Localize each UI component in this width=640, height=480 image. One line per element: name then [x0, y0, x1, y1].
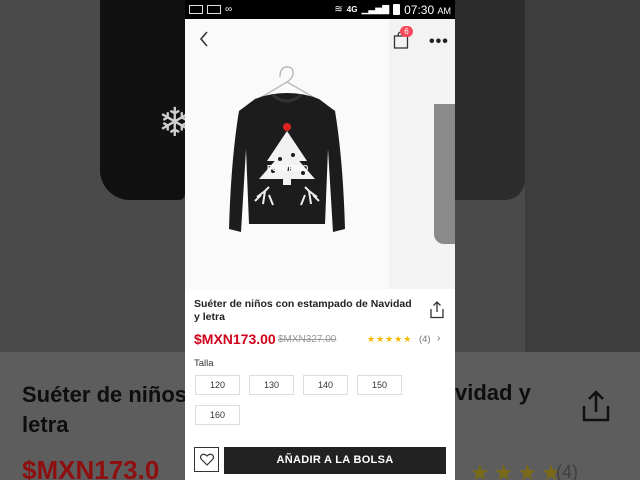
- background-title-line1: Suéter de niños: [22, 382, 188, 407]
- battery-icon: [393, 4, 401, 15]
- product-title: Suéter de niños con estampado de Navidad…: [194, 298, 412, 323]
- product-image[interactable]: FUTURINO: [185, 19, 389, 289]
- product-price: $MXN173.00: [194, 331, 276, 347]
- clock: 07:30 AM: [404, 3, 451, 17]
- notification-photo-icon: [189, 5, 203, 14]
- background-share-icon: [582, 390, 610, 422]
- status-bar: ∞ ≋ 4G ▁▃▅▇ 07:30 AM: [185, 0, 455, 19]
- background-sweater-image-right: [455, 0, 525, 200]
- share-icon[interactable]: [429, 301, 445, 319]
- size-option-160[interactable]: 160: [195, 405, 240, 425]
- next-product-image[interactable]: [389, 19, 455, 289]
- bottom-action-bar: AÑADIR A LA BOLSA: [185, 444, 455, 480]
- original-price: $MXN327.00: [278, 334, 337, 345]
- size-option-150[interactable]: 150: [357, 375, 402, 395]
- size-option-130[interactable]: 130: [249, 375, 294, 395]
- screen: ❄ Suéter de niños letra vidad y $MXN173.…: [0, 0, 640, 480]
- back-arrow-icon[interactable]: [197, 29, 211, 49]
- review-count[interactable]: (4): [419, 334, 431, 345]
- cart-count-badge: 6: [400, 26, 413, 37]
- chevron-right-icon[interactable]: ›: [437, 333, 440, 344]
- size-option-120[interactable]: 120: [195, 375, 240, 395]
- voicemail-icon: ∞: [225, 4, 233, 15]
- background-title: Suéter de niños letra: [22, 380, 187, 440]
- background-title-right: vidad y: [455, 380, 531, 405]
- size-option-140[interactable]: 140: [303, 375, 348, 395]
- sweater-print-text: FUTURINO: [267, 164, 309, 173]
- sweater-illustration: [229, 66, 345, 232]
- background-price: $MXN173.0: [22, 455, 160, 480]
- heart-icon: [199, 453, 214, 466]
- wifi-icon: ≋: [334, 4, 343, 15]
- next-sweater-illustration: [434, 104, 455, 244]
- background-review-count: (4): [556, 462, 578, 480]
- wishlist-button[interactable]: [194, 447, 219, 472]
- background-sweater-image-gray: [525, 0, 640, 352]
- clock-ampm: AM: [437, 5, 452, 16]
- rating-stars[interactable]: ★★★★★: [367, 334, 412, 345]
- add-to-bag-button[interactable]: AÑADIR A LA BOLSA: [224, 447, 446, 474]
- signal-icon: ▁▃▅▇: [361, 4, 390, 14]
- background-title-line2: letra: [22, 412, 69, 437]
- status-left: ∞: [189, 4, 232, 15]
- top-bar: 6 •••: [185, 19, 455, 59]
- more-options-button[interactable]: •••: [429, 33, 449, 51]
- size-label: Talla: [194, 358, 214, 369]
- status-right: ≋ 4G ▁▃▅▇ 07:30 AM: [334, 3, 451, 17]
- network-type: 4G: [346, 5, 358, 14]
- app-screen: ∞ ≋ 4G ▁▃▅▇ 07:30 AM FUTURINO 6 ••• Suét…: [185, 0, 455, 480]
- notification-keyboard-icon: [207, 5, 221, 14]
- clock-time: 07:30: [404, 2, 435, 17]
- background-rating-stars: ★★★★: [470, 460, 565, 480]
